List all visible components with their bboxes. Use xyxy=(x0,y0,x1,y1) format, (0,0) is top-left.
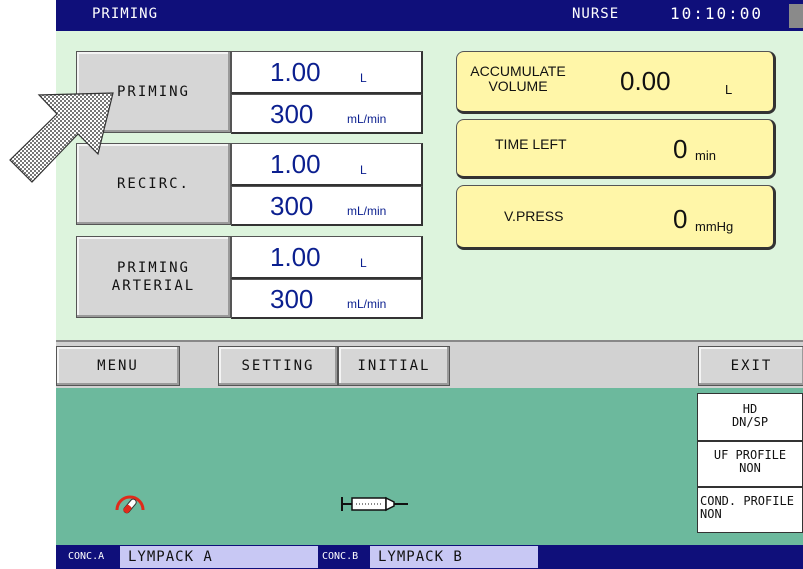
venous-pressure-unit: mmHg xyxy=(695,219,734,234)
priming-arterial-button[interactable]: PRIMING ARTERIAL xyxy=(76,236,231,318)
conc-b-label: CONC.B xyxy=(318,548,363,566)
time-left-readout: TIME LEFT 0 min xyxy=(456,119,776,179)
priming-volume-field[interactable]: 1.00 L xyxy=(231,51,423,94)
initial-button[interactable]: INITIAL xyxy=(338,346,450,386)
clock: 10:10:00 xyxy=(670,4,764,23)
cond-profile-text: COND. PROFILE NON xyxy=(700,494,794,521)
menu-button-label: MENU xyxy=(97,358,139,374)
user-role: NURSE xyxy=(572,6,620,22)
exit-button-label: EXIT xyxy=(730,358,773,374)
priming-arterial-rate-value: 300 xyxy=(270,284,314,314)
setting-button-label: SETTING xyxy=(241,358,315,374)
treatment-mode-box[interactable]: HD DN/SP xyxy=(697,393,803,441)
venous-pressure-value: 0 xyxy=(673,204,688,234)
conc-a-label: CONC.A xyxy=(64,548,109,566)
recirc-volume-unit: L xyxy=(360,163,367,177)
conc-a-value: LYMPACK A xyxy=(120,546,318,568)
priming-panel: PRIMING 1.00 L 300 mL/min RECIRC. 1.00 L… xyxy=(56,31,803,340)
priming-arterial-volume-field[interactable]: 1.00 L xyxy=(231,236,423,279)
accumulate-volume-value: 0.00 xyxy=(620,66,671,96)
priming-arterial-volume-unit: L xyxy=(360,256,367,270)
syringe-icon xyxy=(341,496,408,512)
venous-pressure-readout: V.PRESS 0 mmHg xyxy=(456,185,776,250)
priming-arterial-rate-field[interactable]: 300 mL/min xyxy=(231,279,423,319)
uf-profile-box[interactable]: UF PROFILE NON xyxy=(697,441,803,487)
accumulate-volume-label: ACCUMULATE VOLUME xyxy=(470,63,566,94)
priming-volume-unit: L xyxy=(360,71,367,85)
time-left-unit: min xyxy=(695,148,716,163)
gauge-icon xyxy=(115,495,145,514)
accumulate-volume-readout: ACCUMULATE VOLUME 0.00 L xyxy=(456,51,776,114)
priming-arterial-rate-unit: mL/min xyxy=(347,297,387,311)
recirc-rate-field[interactable]: 300 mL/min xyxy=(231,186,423,226)
recirc-rate-value: 300 xyxy=(270,191,314,221)
recirc-volume-field[interactable]: 1.00 L xyxy=(231,143,423,186)
time-left-label: TIME LEFT xyxy=(495,136,567,152)
concentrate-bar: CONC.A LYMPACK A CONC.B LYMPACK B xyxy=(56,545,803,569)
recirc-volume-value: 1.00 xyxy=(270,149,321,179)
accumulate-volume-unit: L xyxy=(725,82,733,97)
priming-rate-unit: mL/min xyxy=(347,112,387,126)
menu-bar: MENU SETTING INITIAL EXIT xyxy=(56,340,803,388)
priming-arterial-volume-value: 1.00 xyxy=(270,242,321,272)
cond-profile-box[interactable]: COND. PROFILE NON xyxy=(697,487,803,533)
exit-button[interactable]: EXIT xyxy=(698,346,803,386)
priming-arterial-button-label: PRIMING ARTERIAL xyxy=(111,260,196,294)
uf-profile-text: UF PROFILE NON xyxy=(713,448,787,475)
title-bar: PRIMING NURSE 10:10:00 xyxy=(56,0,803,31)
conc-b-value: LYMPACK B xyxy=(370,546,538,568)
setting-button[interactable]: SETTING xyxy=(218,346,338,386)
priming-rate-field[interactable]: 300 mL/min xyxy=(231,94,423,134)
treatment-mode-text: HD DN/SP xyxy=(731,402,769,429)
recirc-rate-unit: mL/min xyxy=(347,204,387,218)
pointer-arrow-icon xyxy=(9,92,114,183)
menu-button[interactable]: MENU xyxy=(56,346,180,386)
venous-pressure-label: V.PRESS xyxy=(504,208,564,224)
scroll-handle[interactable] xyxy=(789,4,803,28)
priming-volume-value: 1.00 xyxy=(270,57,321,87)
status-panel: HD DN/SP UF PROFILE NON COND. PROFILE NO… xyxy=(56,388,803,545)
time-left-value: 0 xyxy=(673,134,688,164)
screen-title: PRIMING xyxy=(92,6,159,22)
initial-button-label: INITIAL xyxy=(357,358,431,374)
priming-rate-value: 300 xyxy=(270,99,314,129)
